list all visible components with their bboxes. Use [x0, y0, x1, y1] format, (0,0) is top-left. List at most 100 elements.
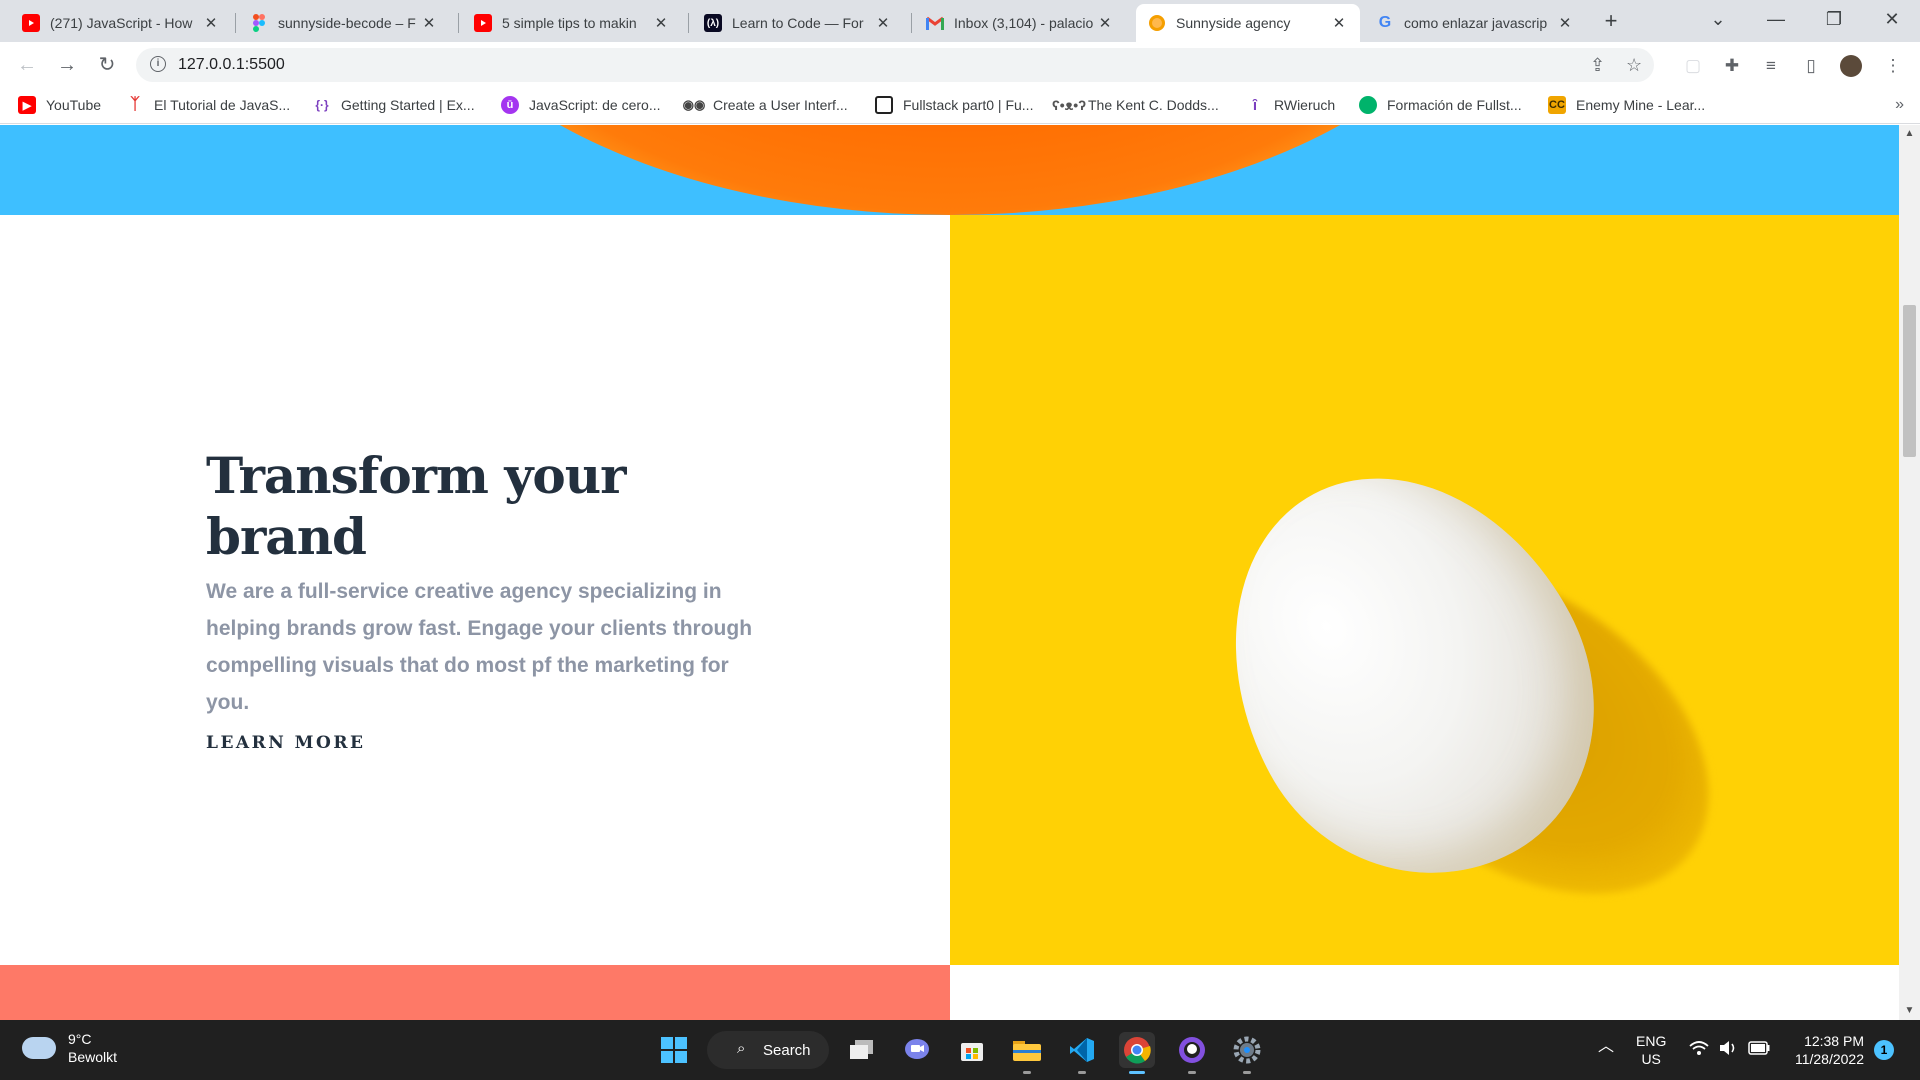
tab-search-icon[interactable]: ⌄ [1690, 0, 1746, 40]
profile-avatar[interactable] [1840, 55, 1862, 77]
cloud-icon [22, 1037, 56, 1059]
scroll-thumb[interactable] [1903, 305, 1916, 457]
bookmark-rwieruch[interactable]: ȋ RWieruch [1246, 96, 1335, 114]
tab-freecodecamp[interactable]: (λ) Learn to Code — For ✕ [692, 4, 904, 42]
weather-widget[interactable]: 9°C Bewolkt [22, 1030, 117, 1066]
bookmark-create-ui[interactable]: ◉◉ Create a User Interf... [682, 96, 848, 114]
close-tab-icon[interactable]: ✕ [420, 14, 438, 32]
next-section-white [950, 965, 1899, 1020]
udemy-icon: ū [501, 96, 519, 114]
github-desktop-icon[interactable] [1174, 1032, 1210, 1074]
task-view-icon[interactable] [844, 1032, 880, 1068]
tab-figma-sunnyside[interactable]: sunnyside-becode – F ✕ [238, 4, 450, 42]
windows-taskbar: 9°C Bewolkt ⌕ Search ︿ ENG US 12:38 PM 1… [0, 1020, 1920, 1080]
bookmarks-bar: ▶ YouTube ᛉ El Tutorial de JavaS... {·} … [0, 88, 1920, 124]
battery-icon[interactable] [1748, 1041, 1770, 1059]
tab-google-search[interactable]: G como enlazar javascrip ✕ [1364, 4, 1586, 42]
transform-description: We are a full-service creative agency sp… [206, 580, 753, 714]
fullstack-icon [875, 96, 893, 114]
gmail-icon [926, 14, 944, 32]
formacion-icon [1359, 96, 1377, 114]
language-indicator[interactable]: ENG US [1636, 1032, 1666, 1068]
tab-separator [458, 13, 459, 33]
file-explorer-icon[interactable] [1009, 1032, 1045, 1074]
taskbar-search[interactable]: ⌕ Search [707, 1031, 829, 1069]
clock[interactable]: 12:38 PM 11/28/2022 [1784, 1032, 1864, 1068]
windows-start-icon[interactable] [656, 1032, 692, 1068]
youtube-icon: ▶ [18, 96, 36, 114]
youtube-icon [22, 14, 40, 32]
restore-icon[interactable]: ❐ [1806, 0, 1862, 40]
bookmarks-overflow-icon[interactable]: » [1895, 96, 1904, 114]
freecodecamp-icon: (λ) [704, 14, 722, 32]
volume-icon[interactable] [1719, 1040, 1739, 1060]
weather-temperature: 9°C [68, 1031, 92, 1047]
chrome-icon[interactable] [1119, 1032, 1155, 1074]
close-tab-icon[interactable]: ✕ [874, 14, 892, 32]
tab-separator [911, 13, 912, 33]
close-window-icon[interactable]: ✕ [1864, 0, 1920, 40]
media-controls-icon[interactable]: ≡ [1760, 55, 1782, 77]
extension-placeholder-icon[interactable]: ▢ [1682, 55, 1704, 77]
tab-youtube-tips[interactable]: 5 simple tips to makin ✕ [462, 4, 682, 42]
tab-separator [688, 13, 689, 33]
extensions-puzzle-icon[interactable]: ✚ [1721, 55, 1743, 77]
koala-icon: ʕ•ᴥ•ʔ [1052, 97, 1086, 113]
bookmark-fullstack-part0[interactable]: Fullstack part0 | Fu... [875, 96, 1033, 114]
share-icon[interactable]: ⇪ [1590, 55, 1605, 76]
tab-sunnyside-agency[interactable]: Sunnyside agency ✕ [1136, 4, 1360, 42]
page-scrollbar[interactable]: ▲ ▼ [1899, 125, 1920, 1020]
close-tab-icon[interactable]: ✕ [1096, 14, 1114, 32]
page-viewport: Transform your brand We are a full-servi… [0, 125, 1899, 1020]
bookmark-enemy-mine[interactable]: CC Enemy Mine - Lear... [1548, 96, 1705, 114]
bookmark-javascript-de-cero[interactable]: ū JavaScript: de cero... [501, 96, 661, 114]
express-icon: {·} [315, 98, 329, 112]
vscode-icon[interactable] [1064, 1032, 1100, 1074]
bookmark-getting-started[interactable]: {·} Getting Started | Ex... [313, 96, 474, 114]
tab-youtube-javascript[interactable]: (271) JavaScript - How ✕ [10, 4, 232, 42]
side-panel-icon[interactable]: ▯ [1800, 55, 1822, 77]
notification-badge[interactable]: 1 [1874, 1040, 1894, 1060]
youtube-icon [474, 14, 492, 32]
rwieruch-icon: ȋ [1252, 96, 1258, 114]
transform-headline: Transform your brand [206, 446, 626, 566]
tab-strip: (271) JavaScript - How ✕ sunnyside-becod… [0, 0, 1920, 42]
teams-chat-icon[interactable] [899, 1032, 935, 1068]
site-info-icon[interactable]: i [150, 56, 166, 72]
close-tab-icon[interactable]: ✕ [202, 14, 220, 32]
bookmark-star-icon[interactable]: ☆ [1626, 55, 1642, 76]
next-section-salmon [0, 965, 950, 1020]
forward-icon[interactable]: → [52, 50, 82, 80]
menu-kebab-icon[interactable]: ⋮ [1882, 55, 1904, 77]
url-text[interactable]: 127.0.0.1:5500 [178, 56, 285, 74]
reload-icon[interactable]: ↻ [92, 50, 122, 80]
bookmark-youtube[interactable]: ▶ YouTube [18, 96, 101, 114]
tab-gmail-inbox[interactable]: Inbox (3,104) - palacio ✕ [914, 4, 1126, 42]
microsoft-store-icon[interactable] [954, 1032, 990, 1068]
glasses-icon: ◉◉ [682, 97, 706, 112]
scroll-down-arrow-icon[interactable]: ▼ [1899, 1002, 1920, 1020]
wifi-icon[interactable] [1689, 1040, 1709, 1060]
scroll-up-arrow-icon[interactable]: ▲ [1899, 125, 1920, 143]
tray-overflow-chevron-icon[interactable]: ︿ [1598, 1038, 1614, 1056]
search-icon: ⌕ [737, 1040, 746, 1057]
bookmark-el-tutorial[interactable]: ᛉ El Tutorial de JavaS... [126, 96, 290, 114]
minimize-icon[interactable]: — [1748, 0, 1804, 40]
cc-icon: CC [1548, 96, 1566, 114]
settings-gear-icon[interactable] [1229, 1032, 1265, 1074]
address-bar[interactable]: i 127.0.0.1:5500 ⇪ ☆ [136, 48, 1654, 82]
orange-slice-image [400, 125, 1500, 215]
tab-separator [235, 13, 236, 33]
new-tab-button[interactable]: + [1597, 8, 1625, 36]
figma-icon [250, 14, 268, 32]
bookmark-formacion[interactable]: Formación de Fullst... [1359, 96, 1522, 114]
back-icon[interactable]: ← [12, 50, 42, 80]
close-tab-icon[interactable]: ✕ [652, 14, 670, 32]
learn-more-link[interactable]: LEARN MORE [206, 733, 365, 753]
tutorial-icon: ᛉ [130, 96, 140, 113]
bookmark-kent-c-dodds[interactable]: ʕ•ᴥ•ʔ The Kent C. Dodds... [1052, 96, 1219, 114]
close-tab-icon[interactable]: ✕ [1330, 14, 1348, 32]
google-icon: G [1378, 14, 1392, 31]
browser-toolbar: ← → ↻ i 127.0.0.1:5500 ⇪ ☆ ▢ ✚ ≡ ▯ ⋮ [0, 42, 1920, 88]
close-tab-icon[interactable]: ✕ [1556, 14, 1574, 32]
